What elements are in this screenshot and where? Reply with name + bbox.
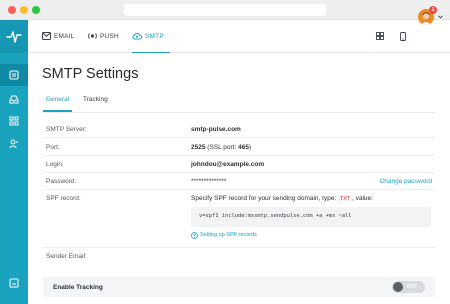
subtab-tracking[interactable]: Tracking	[83, 96, 108, 103]
toggle-knob	[393, 282, 403, 292]
inbox-icon	[9, 95, 19, 104]
row-divider	[43, 189, 435, 190]
port-number: 2525	[191, 144, 206, 151]
row-divider	[43, 172, 435, 173]
close-window-button[interactable]	[8, 6, 16, 14]
row-divider	[43, 155, 435, 156]
password-value: **************	[191, 178, 227, 185]
automation-icon	[9, 116, 19, 126]
enable-tracking-toggle[interactable]: OFF	[392, 281, 425, 293]
logout-icon	[9, 278, 19, 288]
tab-email[interactable]: EMAIL	[42, 20, 84, 53]
notification-badge: 1	[429, 6, 437, 14]
page-title: SMTP Settings	[42, 66, 139, 82]
envelope-icon	[42, 32, 51, 40]
subtabs-divider	[43, 112, 435, 113]
ssl-port-close: )	[248, 144, 252, 151]
apps-grid-icon[interactable]	[376, 32, 384, 40]
sidebar-item-logout[interactable]	[0, 272, 28, 294]
main-content: SMTP Settings General Tracking SMTP Serv…	[28, 53, 450, 304]
push-icon	[88, 33, 97, 39]
tab-push-label: PUSH	[100, 33, 119, 40]
cloud-icon	[132, 32, 142, 40]
tab-smtp[interactable]: SMTP	[132, 20, 170, 54]
minimize-window-button[interactable]	[20, 6, 28, 14]
sidebar-item-contacts[interactable]	[0, 133, 28, 155]
spf-record-label: SPF record:	[46, 195, 81, 202]
spf-desc-before: Specify SPF record for your sending doma…	[191, 195, 339, 202]
contacts-icon	[9, 139, 18, 149]
tab-push[interactable]: PUSH	[88, 20, 124, 53]
app-window: EMAIL PUSH SMTP 1 SMTP Settings General …	[0, 0, 450, 304]
tab-email-label: EMAIL	[54, 33, 75, 40]
sender-email-label: Sender Email:	[46, 253, 87, 260]
subtab-general[interactable]: General	[46, 96, 69, 103]
smtp-server-value: smtp-pulse.com	[191, 126, 241, 133]
dashboard-icon	[9, 70, 19, 80]
ssl-port-text: (SSL port:	[205, 144, 239, 151]
pulse-logo-icon[interactable]	[0, 20, 28, 53]
spf-type-tag: TXT	[338, 196, 352, 202]
maximize-window-button[interactable]	[32, 6, 40, 14]
login-value: johndou@example.com	[191, 161, 265, 168]
sidebar	[0, 20, 28, 304]
tab-smtp-label: SMTP	[145, 33, 164, 40]
chevron-down-icon[interactable]	[438, 15, 443, 19]
login-label: Login:	[46, 161, 64, 168]
toggle-state-label: OFF	[407, 284, 417, 290]
address-bar[interactable]	[124, 4, 326, 16]
mobile-icon[interactable]	[400, 32, 406, 41]
spf-description: Specify SPF record for your sending doma…	[191, 195, 373, 202]
spf-code-box[interactable]: v=spf1 include:mxsmtp.sendpulse.com +a +…	[191, 207, 431, 227]
port-label: Port:	[46, 144, 60, 151]
subtab-active-indicator	[43, 110, 72, 112]
smtp-server-label: SMTP Server:	[46, 126, 87, 133]
sidebar-item-dashboard[interactable]	[0, 64, 28, 86]
spf-code-value: v=spf1 include:mxsmtp.sendpulse.com +a +…	[199, 213, 352, 219]
enable-tracking-label: Enable Tracking	[53, 284, 103, 291]
password-label: Password:	[46, 178, 77, 185]
browser-titlebar	[0, 0, 450, 20]
spf-help-link-label: Setting up SPF records	[200, 232, 257, 238]
sidebar-item-automation[interactable]	[0, 110, 28, 132]
help-circle-icon	[191, 232, 198, 239]
ssl-port-number: 465	[238, 144, 249, 151]
top-navigation: EMAIL PUSH SMTP	[28, 20, 450, 54]
spf-desc-after: , value:	[351, 195, 373, 202]
port-value: 2525 (SSL port: 465)	[191, 144, 251, 151]
row-divider	[43, 247, 435, 248]
sidebar-item-inbox[interactable]	[0, 88, 28, 110]
row-divider	[43, 137, 435, 138]
enable-tracking-row: Enable Tracking OFF	[43, 277, 435, 297]
change-password-link[interactable]: Change password	[380, 178, 432, 185]
